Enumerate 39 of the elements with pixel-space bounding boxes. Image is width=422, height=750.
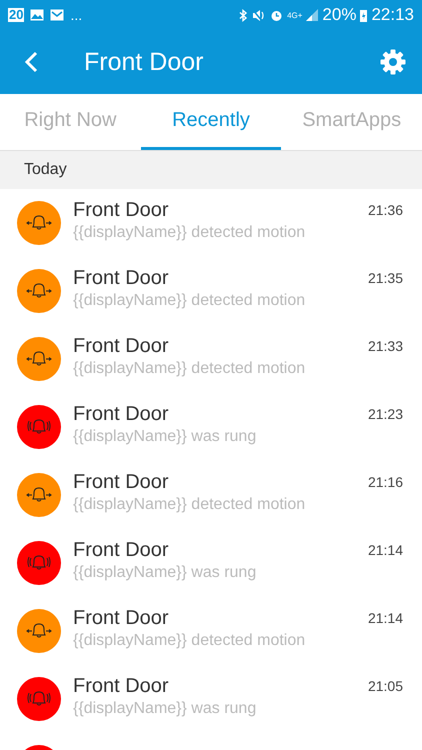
event-title: Front Door <box>73 606 170 630</box>
event-description: {{displayName}} was rung <box>73 563 258 583</box>
event-title: Front Door <box>73 266 170 290</box>
event-description: {{displayName}} detected motion <box>73 359 306 379</box>
event-time: 21:35 <box>368 269 403 286</box>
battery-level: 20% <box>322 5 356 25</box>
network-type: 4G+ <box>287 10 302 20</box>
back-icon[interactable] <box>24 51 38 73</box>
event-description: {{displayName}} detected motion <box>73 631 306 651</box>
signal-icon <box>306 9 318 21</box>
event-time: 21:23 <box>368 405 403 422</box>
event-description: {{displayName}} was rung <box>73 427 258 447</box>
event-time: 21:14 <box>368 609 403 626</box>
event-title: Front Door <box>73 402 170 426</box>
event-time: 21:36 <box>368 201 403 218</box>
section-title: Today <box>24 161 67 179</box>
event-title: Front Door <box>73 470 170 494</box>
mute-icon <box>252 8 266 22</box>
mail-icon <box>50 9 64 21</box>
event-time: 21:33 <box>368 337 403 354</box>
image-icon <box>30 9 44 21</box>
event-description: {{displayName}} detected motion <box>73 291 306 311</box>
page-title: Front Door <box>84 48 204 76</box>
event-title: Front Door <box>73 674 170 698</box>
alarm-icon <box>270 8 284 22</box>
event-title: Front Door <box>73 198 170 222</box>
event-title: Front Door <box>73 538 170 562</box>
clock: 22:13 <box>371 5 414 25</box>
event-description: {{displayName}} detected motion <box>73 495 306 515</box>
battery-icon <box>360 8 368 22</box>
event-title: Front Door <box>73 334 170 358</box>
bluetooth-icon <box>239 8 248 22</box>
event-description: {{displayName}} was rung <box>73 699 258 719</box>
more-notifications: ... <box>70 7 82 23</box>
event-time: 21:16 <box>368 473 403 490</box>
event-time: 21:14 <box>368 541 403 558</box>
event-description: {{displayName}} detected motion <box>73 223 306 243</box>
event-time: 21:05 <box>368 677 403 694</box>
calendar-day: 20 <box>8 8 24 22</box>
